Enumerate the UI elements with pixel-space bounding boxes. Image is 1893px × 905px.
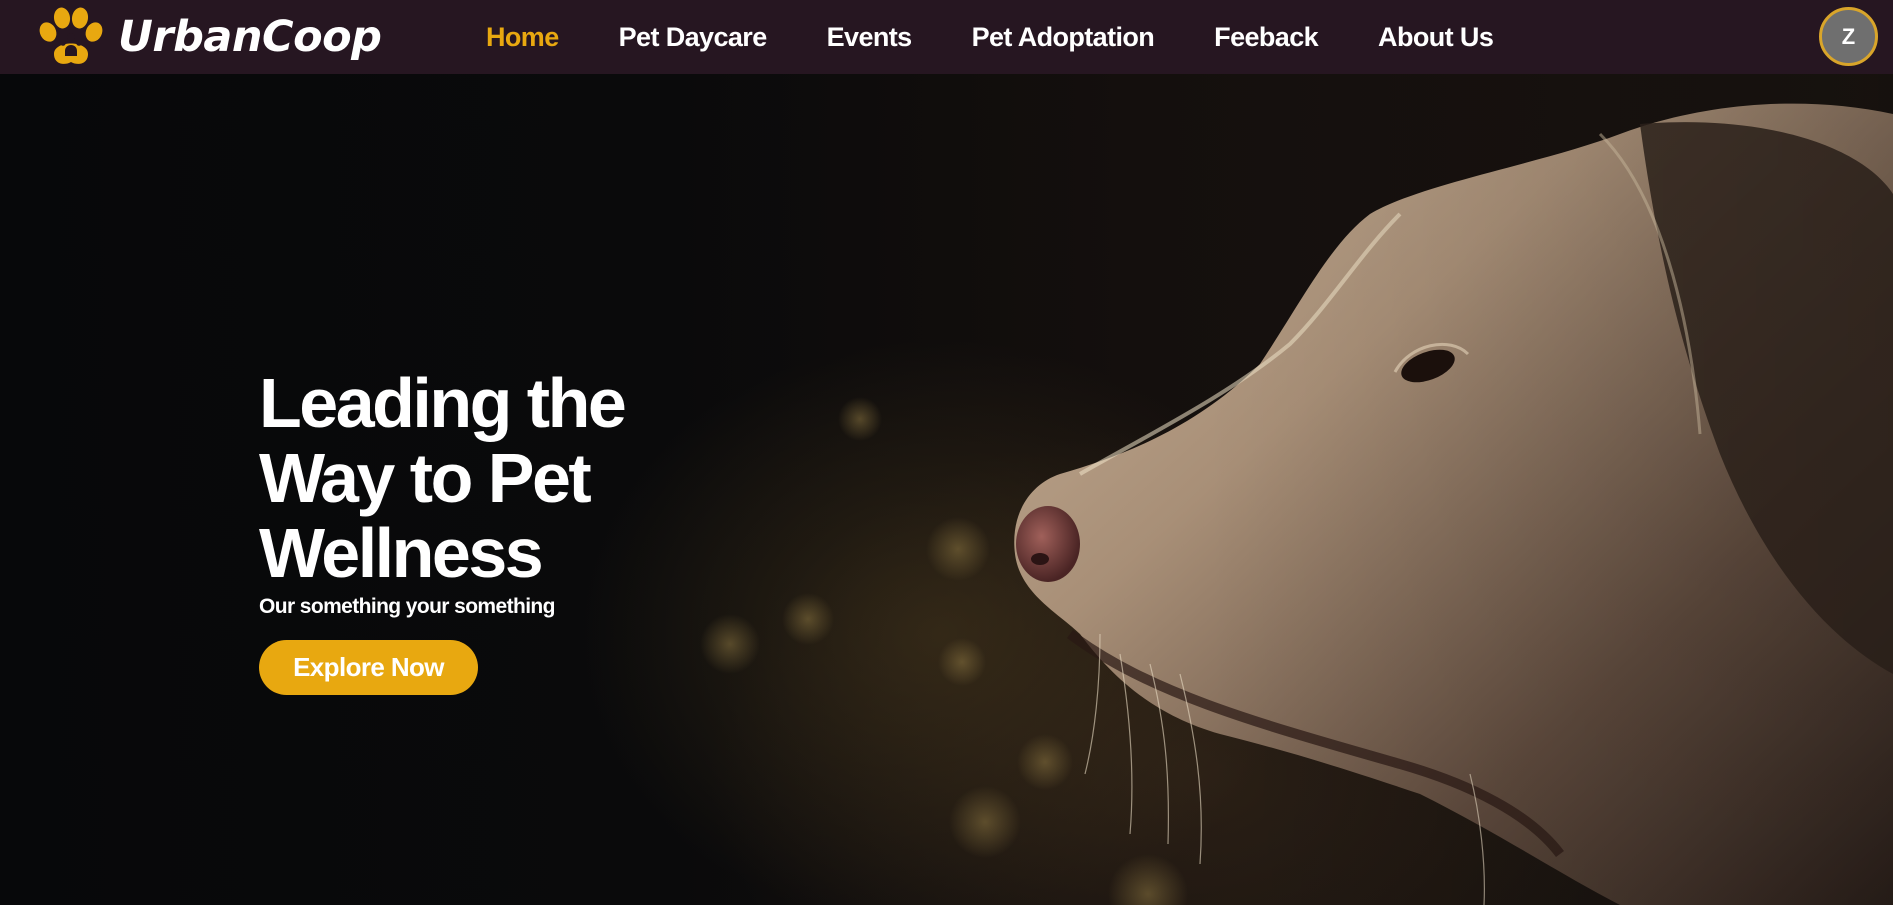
nav-link-home[interactable]: Home xyxy=(486,22,559,53)
paw-people-icon xyxy=(39,7,103,64)
nav-link-pet-adoptation[interactable]: Pet Adoptation xyxy=(972,22,1155,53)
user-avatar[interactable]: Z xyxy=(1819,7,1878,66)
nav-link-events[interactable]: Events xyxy=(827,22,913,53)
page: UrbanCoop Home Pet Daycare Events Pet Ad… xyxy=(0,0,1893,905)
explore-now-button[interactable]: Explore Now xyxy=(259,640,478,695)
navbar: UrbanCoop Home Pet Daycare Events Pet Ad… xyxy=(0,0,1893,74)
brand-name: UrbanCoop xyxy=(118,12,382,62)
brand-logo-link[interactable]: UrbanCoop xyxy=(34,3,382,71)
hero-section: Leading the Way to Pet Wellness Our some… xyxy=(0,74,1893,905)
main-nav: Home Pet Daycare Events Pet Adoptation F… xyxy=(486,0,1553,74)
hero-content: Leading the Way to Pet Wellness Our some… xyxy=(259,366,679,695)
hero-subtitle: Our something your something xyxy=(259,595,555,618)
nav-link-about-us[interactable]: About Us xyxy=(1378,22,1494,53)
nav-link-pet-daycare[interactable]: Pet Daycare xyxy=(619,22,768,53)
hero-title: Leading the Way to Pet Wellness xyxy=(259,364,627,592)
nav-link-feeback[interactable]: Feeback xyxy=(1214,22,1318,53)
